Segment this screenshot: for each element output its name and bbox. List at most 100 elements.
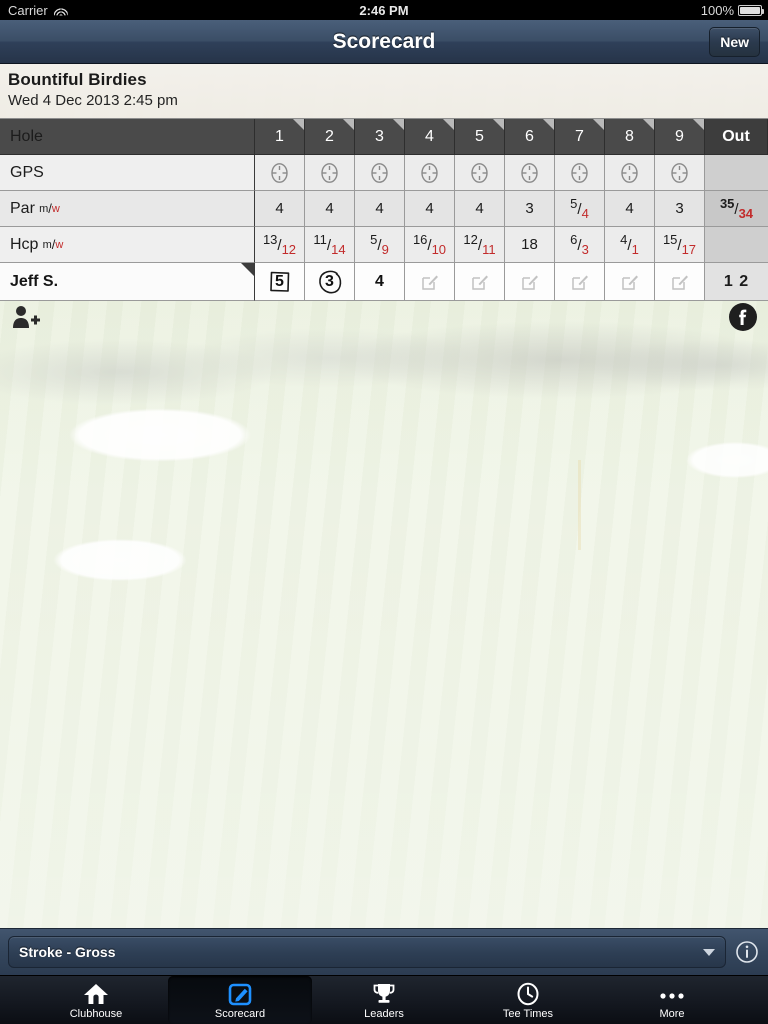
round-header[interactable]: Bountiful Birdies Wed 4 Dec 2013 2:45 pm xyxy=(0,64,768,118)
gps-cell-7[interactable] xyxy=(555,155,605,191)
gps-out-cell xyxy=(705,155,768,191)
gps-cell-2[interactable] xyxy=(305,155,355,191)
gps-crosshair-icon xyxy=(670,162,689,184)
hole-header-3[interactable]: 3 xyxy=(355,119,405,155)
new-round-button[interactable]: New xyxy=(709,27,760,57)
gps-crosshair-icon xyxy=(620,162,639,184)
score-cell-9[interactable] xyxy=(655,263,705,301)
corner-flag-icon xyxy=(643,119,654,130)
tab-label-leaders: Leaders xyxy=(364,1008,404,1020)
status-bar-time: 2:46 PM xyxy=(359,2,409,18)
chevron-down-icon xyxy=(703,948,715,956)
tab-label-more: More xyxy=(659,1008,685,1020)
corner-marker-icon xyxy=(241,263,254,276)
edit-score-icon xyxy=(671,273,689,291)
tab-label-tee-times: Tee Times xyxy=(502,1008,554,1020)
page-title: Scorecard xyxy=(332,29,436,53)
gps-cell-3[interactable] xyxy=(355,155,405,191)
round-name: Bountiful Birdies xyxy=(8,70,147,89)
trophy-icon xyxy=(371,980,397,1006)
battery-icon xyxy=(738,4,764,16)
player-out-total: 1 2 xyxy=(705,263,768,301)
scoring-mode-label: Stroke - Gross xyxy=(19,944,116,960)
hcp-cell-4: 16/10 xyxy=(405,227,455,263)
gps-crosshair-icon xyxy=(570,162,589,184)
score-cell-5[interactable] xyxy=(455,263,505,301)
score-mark-none: 4 xyxy=(375,272,384,290)
score-cell-2[interactable]: 3 xyxy=(305,263,355,301)
score-cell-8[interactable] xyxy=(605,263,655,301)
hole-header-1[interactable]: 1 xyxy=(255,119,305,155)
tab-more[interactable]: More xyxy=(600,976,744,1024)
par-cell-7: 5/4 xyxy=(555,191,605,227)
hole-header-6[interactable]: 6 xyxy=(505,119,555,155)
gps-crosshair-icon xyxy=(520,162,539,184)
tab-scorecard[interactable]: Scorecard xyxy=(168,976,312,1024)
row-label-hole: Hole xyxy=(0,119,255,155)
social-strip xyxy=(0,300,768,338)
hole-header-2[interactable]: 2 xyxy=(305,119,355,155)
score-cell-1[interactable]: 5 xyxy=(255,263,305,301)
score-cell-6[interactable] xyxy=(505,263,555,301)
hole-header-9[interactable]: 9 xyxy=(655,119,705,155)
corner-flag-icon xyxy=(443,119,454,130)
score-mark-square: 5 xyxy=(265,267,295,297)
gps-crosshair-icon xyxy=(420,162,439,184)
score-cell-4[interactable] xyxy=(405,263,455,301)
gps-crosshair-icon xyxy=(370,162,389,184)
gps-crosshair-icon xyxy=(470,162,489,184)
edit-score-icon xyxy=(521,273,539,291)
par-cell-1: 4 xyxy=(255,191,305,227)
corner-flag-icon xyxy=(493,119,504,130)
edit-score-icon xyxy=(421,273,439,291)
add-person-icon[interactable] xyxy=(10,304,40,335)
tab-clubhouse[interactable]: Clubhouse xyxy=(24,976,168,1024)
hcp-cell-9: 15/17 xyxy=(655,227,705,263)
corner-flag-icon xyxy=(543,119,554,130)
scoring-mode-bar: Stroke - Gross xyxy=(0,928,768,975)
par-cell-3: 4 xyxy=(355,191,405,227)
row-label-hcp: Hcp m / w xyxy=(0,227,255,263)
hole-header-8[interactable]: 8 xyxy=(605,119,655,155)
hole-header-4[interactable]: 4 xyxy=(405,119,455,155)
round-datetime: Wed 4 Dec 2013 2:45 pm xyxy=(8,92,178,109)
hcp-out-cell xyxy=(705,227,768,263)
clock-icon xyxy=(515,980,541,1006)
scorecard-header-row: Hole 1 2 3 4 5 6 7 8 9 Out xyxy=(0,119,768,155)
player-name-cell[interactable]: Jeff S. xyxy=(0,263,255,301)
app-root: Carrier 2:46 PM 100% Scorecard New Bount… xyxy=(0,0,768,1024)
score-cell-3[interactable]: 4 xyxy=(355,263,405,301)
par-cell-5: 4 xyxy=(455,191,505,227)
gps-cell-6[interactable] xyxy=(505,155,555,191)
gps-cell-4[interactable] xyxy=(405,155,455,191)
gps-cell-9[interactable] xyxy=(655,155,705,191)
hole-header-5[interactable]: 5 xyxy=(455,119,505,155)
hcp-row: Hcp m / w 13/12 11/14 5/9 16/10 12/11 18 6… xyxy=(0,227,768,263)
gps-crosshair-icon xyxy=(270,162,289,184)
gps-cell-1[interactable] xyxy=(255,155,305,191)
edit-score-icon xyxy=(621,273,639,291)
battery-percent-label: 100% xyxy=(700,2,734,18)
row-label-gps: GPS xyxy=(0,155,255,191)
home-icon xyxy=(83,980,109,1006)
tab-tee-times[interactable]: Tee Times xyxy=(456,976,600,1024)
par-cell-8: 4 xyxy=(605,191,655,227)
tab-label-scorecard: Scorecard xyxy=(214,1008,266,1020)
corner-flag-icon xyxy=(593,119,604,130)
info-button[interactable] xyxy=(734,940,760,964)
tab-leaders[interactable]: Leaders xyxy=(312,976,456,1024)
par-cell-2: 4 xyxy=(305,191,355,227)
hcp-cell-6: 18 xyxy=(505,227,555,263)
scoring-mode-dropdown[interactable]: Stroke - Gross xyxy=(8,936,726,968)
tab-label-clubhouse: Clubhouse xyxy=(69,1008,123,1020)
compose-icon xyxy=(227,980,253,1006)
corner-flag-icon xyxy=(293,119,304,130)
score-cell-7[interactable] xyxy=(555,263,605,301)
row-label-par: Par m / w xyxy=(0,191,255,227)
player-score-row: Jeff S. 5 3 4 1 2 xyxy=(0,263,768,301)
scorecard-table: Hole 1 2 3 4 5 6 7 8 9 Out GPS Par m / w… xyxy=(0,118,768,301)
gps-cell-8[interactable] xyxy=(605,155,655,191)
hole-header-7[interactable]: 7 xyxy=(555,119,605,155)
facebook-icon[interactable] xyxy=(728,302,758,337)
gps-cell-5[interactable] xyxy=(455,155,505,191)
